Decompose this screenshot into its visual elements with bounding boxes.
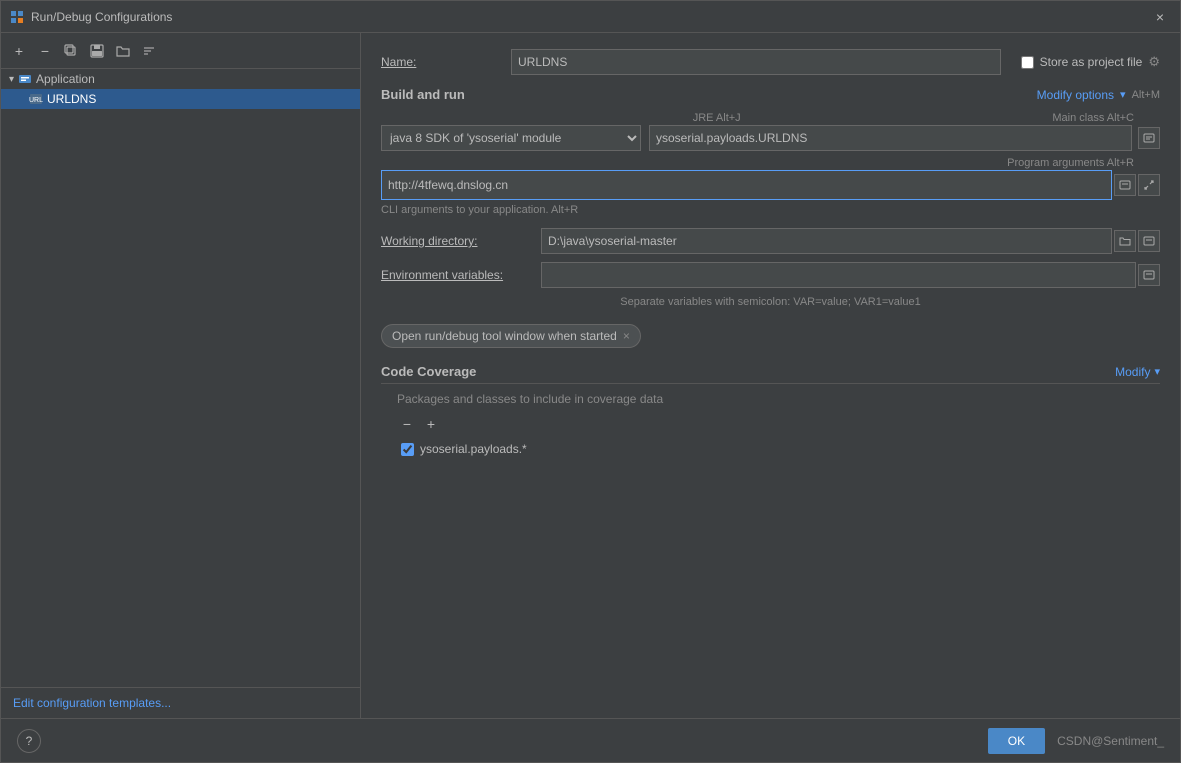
build-run-title: Build and run xyxy=(381,87,465,102)
tree-group-application[interactable]: ▾ Application xyxy=(1,69,360,89)
bottom-left: ? xyxy=(17,729,41,753)
modify-options-arrow: ▾ xyxy=(1120,88,1126,101)
coverage-mini-toolbar: − + xyxy=(397,414,1160,434)
svg-text:URL: URL xyxy=(29,97,43,104)
gear-icon[interactable]: ⚙ xyxy=(1148,54,1160,70)
coverage-item-checkbox[interactable] xyxy=(401,443,414,456)
toolbar: + − xyxy=(1,33,360,69)
coverage-header: Code Coverage Modify ▾ xyxy=(381,364,1160,384)
tree-item-label: URLDNS xyxy=(47,92,96,106)
ok-button[interactable]: OK xyxy=(988,728,1045,754)
jdk-row: java 8 SDK of 'ysoserial' module xyxy=(381,125,1160,151)
window-title: Run/Debug Configurations xyxy=(31,10,1148,24)
main-class-hint: Main class Alt+C xyxy=(1052,112,1134,124)
folder-config-button[interactable] xyxy=(111,39,135,63)
prog-args-row xyxy=(381,170,1160,200)
modify-options-link[interactable]: Modify options xyxy=(1037,88,1114,102)
main-class-input[interactable] xyxy=(649,125,1132,151)
build-run-header: Build and run Modify options ▾ Alt+M xyxy=(381,87,1160,102)
chevron-down-icon: ▾ xyxy=(9,74,14,85)
coverage-title: Code Coverage xyxy=(381,364,476,379)
prog-args-input[interactable] xyxy=(381,170,1112,200)
coverage-item: ysoserial.payloads.* xyxy=(397,440,1160,458)
tree-item-urldns[interactable]: URL URLDNS xyxy=(1,89,360,109)
coverage-desc: Packages and classes to include in cover… xyxy=(397,392,1160,406)
prog-args-icons xyxy=(1114,174,1160,196)
cli-hint: CLI arguments to your application. Alt+R xyxy=(381,204,1160,216)
working-dir-label: Working directory: xyxy=(381,234,541,248)
remove-config-button[interactable]: − xyxy=(33,39,57,63)
edit-templates-link[interactable]: Edit configuration templates... xyxy=(1,687,360,718)
help-button[interactable]: ? xyxy=(17,729,41,753)
bottom-right: OK CSDN@Sentiment_ xyxy=(988,728,1164,754)
env-vars-label: Environment variables: xyxy=(381,268,541,282)
prog-args-expand-icon[interactable] xyxy=(1138,174,1160,196)
tag-row: Open run/debug tool window when started … xyxy=(381,324,1160,348)
coverage-item-label: ysoserial.payloads.* xyxy=(420,442,527,456)
prog-args-file-icon[interactable] xyxy=(1114,174,1136,196)
prog-args-hint-row: Program arguments Alt+R xyxy=(381,157,1160,169)
name-label: Name: xyxy=(381,55,511,69)
tag-close-button[interactable]: × xyxy=(623,329,630,343)
jdk-dropdown[interactable]: java 8 SDK of 'ysoserial' module xyxy=(381,125,641,151)
main-class-file-icon[interactable] xyxy=(1138,127,1160,149)
env-vars-input[interactable] xyxy=(541,262,1136,288)
main-content: + − xyxy=(1,33,1180,718)
store-checkbox[interactable] xyxy=(1021,56,1034,69)
main-window: Run/Debug Configurations × + − xyxy=(0,0,1181,763)
store-row: Store as project file ⚙ xyxy=(1021,54,1160,70)
close-button[interactable]: × xyxy=(1148,5,1172,29)
name-row: Name: Store as project file ⚙ xyxy=(381,49,1160,75)
add-config-button[interactable]: + xyxy=(7,39,31,63)
env-vars-file-icon[interactable] xyxy=(1138,264,1160,286)
tag-label: Open run/debug tool window when started xyxy=(392,329,617,343)
sort-config-button[interactable] xyxy=(137,39,161,63)
tag-open-window: Open run/debug tool window when started … xyxy=(381,324,641,348)
coverage-add-button[interactable]: + xyxy=(421,414,441,434)
working-dir-input[interactable] xyxy=(541,228,1112,254)
sep-hint: Separate variables with semicolon: VAR=v… xyxy=(381,296,1160,308)
env-vars-row: Environment variables: xyxy=(381,262,1160,288)
coverage-modify-arrow: ▾ xyxy=(1154,365,1160,378)
tree-group-label: Application xyxy=(36,72,95,86)
modify-options-shortcut: Alt+M xyxy=(1132,89,1160,101)
jre-hint: JRE Alt+J xyxy=(381,112,1052,124)
store-label: Store as project file xyxy=(1040,55,1143,69)
right-panel: Name: Store as project file ⚙ Build and … xyxy=(361,33,1180,718)
copy-config-button[interactable] xyxy=(59,39,83,63)
prog-args-hint: Program arguments Alt+R xyxy=(1007,157,1134,169)
jre-hint-row: JRE Alt+J Main class Alt+C xyxy=(381,112,1160,124)
name-input[interactable] xyxy=(511,49,1001,75)
working-dir-folder-icon[interactable] xyxy=(1114,230,1136,252)
coverage-section: Code Coverage Modify ▾ Packages and clas… xyxy=(381,364,1160,458)
watermark: CSDN@Sentiment_ xyxy=(1057,734,1164,748)
coverage-modify-link[interactable]: Modify xyxy=(1115,365,1150,379)
tree-area: ▾ Application URL URLDNS xyxy=(1,69,360,687)
title-bar: Run/Debug Configurations × xyxy=(1,1,1180,33)
window-icon xyxy=(9,9,25,25)
left-panel: + − xyxy=(1,33,361,718)
coverage-remove-button[interactable]: − xyxy=(397,414,417,434)
bottom-bar: ? OK CSDN@Sentiment_ xyxy=(1,718,1180,762)
save-config-button[interactable] xyxy=(85,39,109,63)
working-dir-file-icon[interactable] xyxy=(1138,230,1160,252)
working-dir-row: Working directory: xyxy=(381,228,1160,254)
